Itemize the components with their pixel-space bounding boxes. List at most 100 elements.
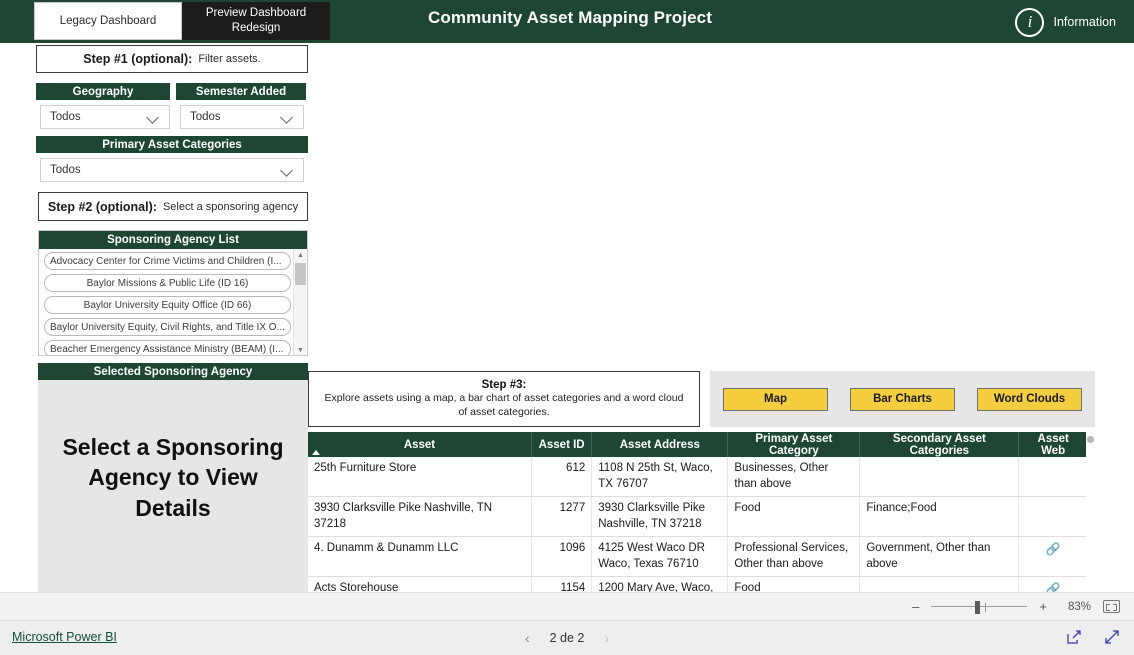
selected-sponsoring-agency-panel: Select a Sponsoring Agency to View Detai…	[38, 380, 308, 592]
semester-added-slicer-label: Semester Added	[195, 85, 287, 98]
primary-asset-categories-slicer-label: Primary Asset Categories	[102, 138, 242, 151]
info-circle-icon: i	[1015, 7, 1045, 37]
selected-sponsoring-agency-header: Selected Sponsoring Agency	[38, 363, 308, 380]
chevron-down-icon	[279, 162, 295, 178]
chevron-right-icon[interactable]: ›	[604, 630, 609, 646]
column-header-asset-web[interactable]: Asset Web	[1018, 432, 1088, 457]
power-bi-report-viewer: Legacy Dashboard Preview Dashboard Redes…	[0, 0, 1134, 655]
word-clouds-button-label: Word Clouds	[993, 393, 1066, 405]
column-header-asset-id[interactable]: Asset ID	[531, 432, 593, 457]
cell-primary-category: Food	[727, 576, 861, 592]
column-header-asset[interactable]: Asset	[308, 432, 532, 457]
column-header-asset-address[interactable]: Asset Address	[591, 432, 729, 457]
asset-table[interactable]: Asset Asset ID Asset Address Primary Ass…	[308, 432, 1095, 592]
scrollbar-thumb[interactable]	[1087, 436, 1094, 443]
chevron-down-icon	[145, 109, 161, 125]
tab-preview-dashboard-redesign[interactable]: Preview Dashboard Redesign	[182, 2, 330, 40]
geography-dropdown[interactable]: Todos	[40, 105, 170, 129]
fit-to-page-icon[interactable]	[1103, 600, 1120, 613]
cell-asset-id: 1154	[531, 576, 593, 592]
map-button-label: Map	[764, 393, 787, 405]
selected-agency-placeholder-message: Select a Sponsoring Agency to View Detai…	[62, 434, 284, 521]
primary-asset-categories-slicer-header: Primary Asset Categories	[36, 136, 308, 153]
primary-asset-categories-dropdown-value: Todos	[50, 164, 81, 176]
column-header-secondary-asset-categories[interactable]: Secondary Asset Categories	[859, 432, 1020, 457]
list-item[interactable]: Beacher Emergency Assistance Ministry (B…	[44, 340, 291, 355]
geography-slicer-header: Geography	[36, 83, 170, 100]
page-title: Community Asset Mapping Project	[428, 8, 712, 27]
table-row[interactable]: 4. Dunamm & Dunamm LLC 1096 4125 West Wa…	[308, 536, 1088, 578]
bar-charts-button-label: Bar Charts	[873, 393, 932, 405]
fullscreen-icon[interactable]	[1104, 629, 1120, 645]
agency-list-scrollbar[interactable]: ▲ ▼	[293, 249, 307, 355]
list-item-label: Baylor University Equity Office (ID 66)	[83, 299, 252, 311]
step-1-description: Filter assets.	[198, 53, 261, 65]
semester-added-dropdown[interactable]: Todos	[180, 105, 304, 129]
map-button[interactable]: Map	[723, 387, 828, 411]
selected-sponsoring-agency-title: Selected Sponsoring Agency	[93, 365, 253, 378]
semester-added-slicer-header: Semester Added	[176, 83, 306, 100]
list-item[interactable]: Baylor Missions & Public Life (ID 16)	[44, 274, 291, 292]
cell-secondary-categories: Government, Other than above	[859, 536, 1020, 578]
zoom-percent-label: 83%	[1067, 600, 1091, 613]
share-icon[interactable]	[1066, 629, 1082, 645]
cell-asset: 4. Dunamm & Dunamm LLC	[308, 536, 532, 578]
list-item[interactable]: Advocacy Center for Crime Victims and Ch…	[44, 252, 291, 270]
link-icon[interactable]: 🔗	[1046, 542, 1061, 556]
zoom-slider-thumb[interactable]	[975, 600, 981, 614]
chevron-down-icon	[279, 109, 295, 125]
scroll-down-icon[interactable]: ▼	[294, 344, 307, 355]
cell-asset-web	[1018, 457, 1088, 498]
sponsoring-agency-list-title: Sponsoring Agency List	[107, 234, 239, 246]
list-item-label: Baylor University Equity, Civil Rights, …	[50, 321, 285, 333]
step-1-banner: Step #1 (optional): Filter assets.	[36, 45, 308, 73]
footer-actions	[1066, 629, 1120, 645]
cell-secondary-categories: Finance;Food	[859, 496, 1020, 538]
cell-address: 3930 Clarksville Pike Nashville, TN 3721…	[591, 496, 729, 538]
cell-asset-id: 1096	[531, 536, 593, 578]
scroll-up-icon[interactable]: ▲	[294, 249, 307, 261]
word-clouds-button[interactable]: Word Clouds	[977, 387, 1082, 411]
step-1-title: Step #1 (optional):	[83, 52, 193, 66]
scrollbar-thumb[interactable]	[295, 263, 306, 285]
zoom-out-button[interactable]: –	[912, 599, 919, 614]
report-footer: Microsoft Power BI ‹ 2 de 2 ›	[0, 620, 1134, 655]
information-label: Information	[1053, 15, 1116, 29]
cell-asset-id: 1277	[531, 496, 593, 538]
cell-asset: 25th Furniture Store	[308, 457, 532, 498]
link-icon[interactable]: 🔗	[1046, 582, 1061, 592]
list-item[interactable]: Baylor University Equity, Civil Rights, …	[44, 318, 291, 336]
column-header-primary-asset-category[interactable]: Primary Asset Category	[727, 432, 861, 457]
chevron-left-icon[interactable]: ‹	[525, 630, 530, 646]
table-row[interactable]: 25th Furniture Store 612 1108 N 25th St,…	[308, 457, 1088, 498]
table-row[interactable]: 3930 Clarksville Pike Nashville, TN 3721…	[308, 496, 1088, 538]
page-indicator: 2 de 2	[549, 631, 585, 645]
microsoft-power-bi-link[interactable]: Microsoft Power BI	[12, 630, 117, 644]
cell-asset-web	[1018, 496, 1088, 538]
table-scrollbar[interactable]	[1086, 432, 1095, 592]
zoom-slider[interactable]	[931, 600, 1028, 614]
tab-legacy-dashboard-label: Legacy Dashboard	[59, 15, 157, 27]
tab-legacy-dashboard[interactable]: Legacy Dashboard	[34, 2, 182, 40]
geography-slicer-label: Geography	[72, 85, 134, 98]
information-button[interactable]: i Information	[1015, 6, 1116, 38]
step-3-banner: Step #3: Explore assets using a map, a b…	[308, 371, 700, 427]
cell-address: 1108 N 25th St, Waco, TX 76707	[591, 457, 729, 498]
cell-address: 4125 West Waco DR Waco, Texas 76710	[591, 536, 729, 578]
bar-charts-button[interactable]: Bar Charts	[850, 387, 955, 411]
list-item-label: Beacher Emergency Assistance Ministry (B…	[50, 343, 284, 355]
cell-asset-web: 🔗	[1018, 576, 1088, 592]
step-2-description: Select a sponsoring agency	[162, 200, 299, 213]
zoom-status-bar: – + 83%	[0, 592, 1134, 620]
cell-asset: Acts Storehouse	[308, 576, 532, 592]
zoom-in-button[interactable]: +	[1039, 599, 1047, 614]
sponsoring-agency-list-panel: Sponsoring Agency List Advocacy Center f…	[38, 230, 308, 356]
step-2-banner: Step #2 (optional): Select a sponsoring …	[38, 192, 308, 221]
list-item[interactable]: Baylor University Equity Office (ID 66)	[44, 296, 291, 314]
cell-asset-web: 🔗	[1018, 536, 1088, 578]
sponsoring-agency-list-header: Sponsoring Agency List	[39, 231, 307, 249]
table-header-row: Asset Asset ID Asset Address Primary Ass…	[308, 432, 1088, 457]
primary-asset-categories-dropdown[interactable]: Todos	[40, 158, 304, 182]
cell-address: 1200 Mary Ave, Waco,	[591, 576, 729, 592]
table-row[interactable]: Acts Storehouse 1154 1200 Mary Ave, Waco…	[308, 576, 1088, 592]
